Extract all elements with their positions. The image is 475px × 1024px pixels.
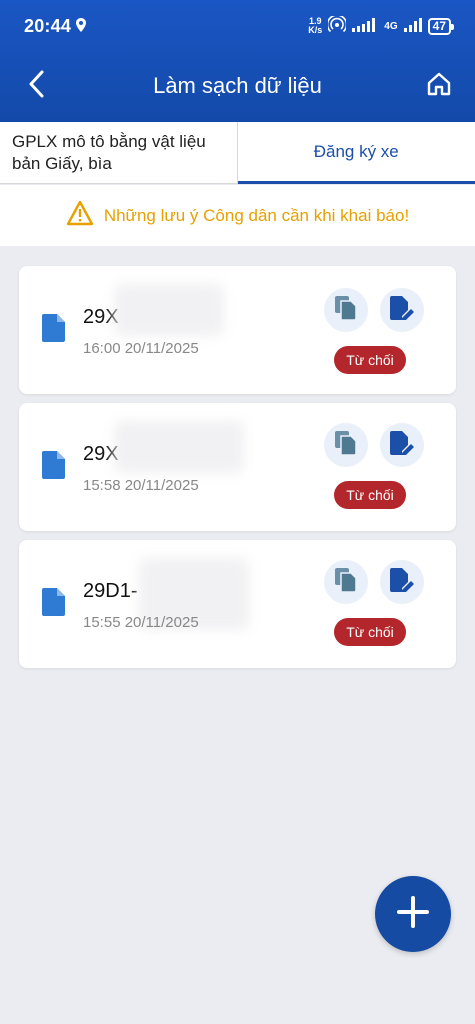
record-card[interactable]: 29X 16:00 20/11/2025 Từ chối xyxy=(19,266,456,394)
page-title: Làm sạch dữ liệu xyxy=(153,73,322,98)
signal-icon xyxy=(352,17,378,35)
document-icon xyxy=(42,588,66,616)
status-badge: Từ chối xyxy=(334,481,406,509)
signal-icon-2 xyxy=(403,17,422,35)
tab-bar: GPLX mô tô bằng vật liệu bản Giấy, bìa Đ… xyxy=(0,122,475,184)
status-icons: 1.9 K/s 4G 47 xyxy=(308,13,455,37)
header: 20:44 1.9 K/s 4G 47 Làm sạch dữ liệu xyxy=(0,0,475,122)
document-icon xyxy=(42,314,66,342)
redaction-blur xyxy=(114,284,224,336)
home-button[interactable] xyxy=(423,70,455,102)
home-icon xyxy=(426,71,452,102)
edit-document-icon xyxy=(390,295,414,325)
edit-button[interactable] xyxy=(380,560,424,604)
record-time: 15:58 20/11/2025 xyxy=(83,477,199,494)
notice-text: Những lưu ý Công dân cần khi khai báo! xyxy=(103,205,410,225)
status-badge: Từ chối xyxy=(334,346,406,374)
record-card[interactable]: 29X 15:58 20/11/2025 Từ chối xyxy=(19,403,456,531)
app-bar: Làm sạch dữ liệu xyxy=(0,56,475,116)
copy-button[interactable] xyxy=(324,560,368,604)
battery-indicator: 47 xyxy=(427,17,455,35)
status-time-group: 20:44 xyxy=(24,16,87,37)
edit-document-icon xyxy=(390,567,414,597)
warning-icon xyxy=(66,200,94,231)
record-time: 16:00 20/11/2025 xyxy=(83,340,199,357)
location-icon xyxy=(75,16,87,37)
status-time: 20:44 xyxy=(24,15,72,36)
record-plate: 29D1- xyxy=(83,580,138,602)
copy-button[interactable] xyxy=(324,423,368,467)
copy-icon xyxy=(335,430,357,460)
status-badge: Từ chối xyxy=(334,618,406,646)
tab-vehicle-registration[interactable]: Đăng ký xe xyxy=(237,122,475,184)
document-icon xyxy=(42,451,66,479)
record-card[interactable]: 29D1- 15:55 20/11/2025 Từ chối xyxy=(19,540,456,668)
edit-document-icon xyxy=(390,430,414,460)
network-type: 4G xyxy=(384,20,398,32)
notice-banner[interactable]: Những lưu ý Công dân cần khi khai báo! xyxy=(0,185,475,246)
record-time: 15:55 20/11/2025 xyxy=(83,614,199,631)
status-bar: 20:44 1.9 K/s 4G 47 xyxy=(0,0,475,52)
copy-icon xyxy=(335,567,357,597)
edit-button[interactable] xyxy=(380,423,424,467)
chevron-left-icon xyxy=(27,70,45,103)
edit-button[interactable] xyxy=(380,288,424,332)
plus-icon xyxy=(395,894,431,935)
net-speed-unit: K/s xyxy=(308,25,323,35)
copy-icon xyxy=(335,295,357,325)
tab-gplx-paper[interactable]: GPLX mô tô bằng vật liệu bản Giấy, bìa xyxy=(0,122,238,184)
hotspot-icon xyxy=(327,13,348,37)
add-record-button[interactable] xyxy=(375,876,451,952)
redaction-blur xyxy=(114,421,244,473)
net-speed: 1.9 K/s xyxy=(308,17,322,35)
back-button[interactable] xyxy=(20,70,52,102)
copy-button[interactable] xyxy=(324,288,368,332)
